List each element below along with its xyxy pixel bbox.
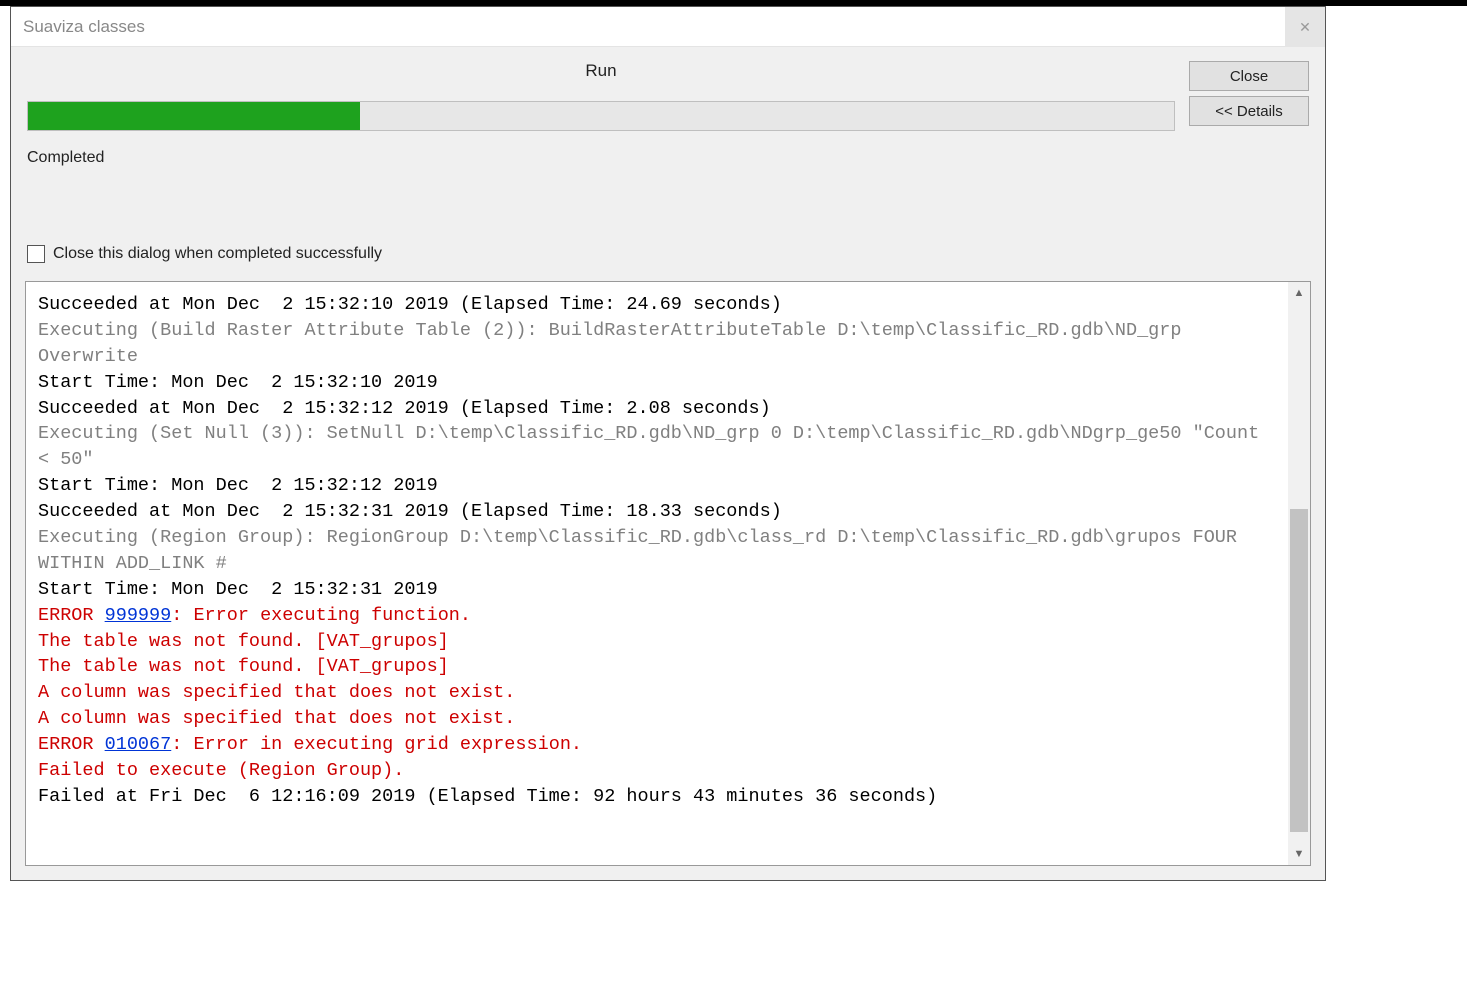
log-line: The table was not found. [VAT_grupos] — [38, 654, 1280, 680]
log-line: Succeeded at Mon Dec 2 15:32:10 2019 (El… — [38, 292, 1280, 318]
log-line: Failed to execute (Region Group). — [38, 758, 1280, 784]
log-line: A column was specified that does not exi… — [38, 706, 1280, 732]
run-label: Run — [27, 61, 1175, 81]
progress-fill — [28, 102, 360, 130]
error-code-link[interactable]: 010067 — [105, 734, 172, 755]
window-close-icon[interactable]: ✕ — [1285, 7, 1325, 47]
log-line: ERROR 010067: Error in executing grid ex… — [38, 732, 1280, 758]
close-button[interactable]: Close — [1189, 61, 1309, 91]
log-scrollbar[interactable]: ▲ ▼ — [1288, 282, 1310, 865]
details-toggle-button[interactable]: << Details — [1189, 96, 1309, 126]
status-text: Completed — [27, 149, 1309, 167]
log-line: Succeeded at Mon Dec 2 15:32:31 2019 (El… — [38, 499, 1280, 525]
log-line: Executing (Region Group): RegionGroup D:… — [38, 525, 1280, 577]
scroll-thumb[interactable] — [1290, 509, 1308, 832]
log-panel: Succeeded at Mon Dec 2 15:32:10 2019 (El… — [25, 281, 1311, 866]
log-line: Executing (Build Raster Attribute Table … — [38, 318, 1280, 370]
log-line: The table was not found. [VAT_grupos] — [38, 629, 1280, 655]
log-line: Succeeded at Mon Dec 2 15:32:12 2019 (El… — [38, 396, 1280, 422]
log-line: Start Time: Mon Dec 2 15:32:10 2019 — [38, 370, 1280, 396]
log-text[interactable]: Succeeded at Mon Dec 2 15:32:10 2019 (El… — [26, 282, 1288, 865]
scroll-track[interactable] — [1288, 304, 1310, 843]
log-line: Start Time: Mon Dec 2 15:32:12 2019 — [38, 473, 1280, 499]
auto-close-checkbox[interactable] — [27, 245, 45, 263]
log-line: ERROR 999999: Error executing function. — [38, 603, 1280, 629]
title-bar: Suaviza classes ✕ — [11, 7, 1325, 47]
auto-close-label: Close this dialog when completed success… — [53, 245, 382, 263]
scroll-down-icon[interactable]: ▼ — [1288, 843, 1310, 865]
log-line: A column was specified that does not exi… — [38, 680, 1280, 706]
log-line: Executing (Set Null (3)): SetNull D:\tem… — [38, 421, 1280, 473]
progress-bar — [27, 101, 1175, 131]
error-code-link[interactable]: 999999 — [105, 605, 172, 626]
window-title: Suaviza classes — [23, 17, 145, 37]
header-area: Run Close << Details Completed Close thi… — [11, 47, 1325, 273]
scroll-up-icon[interactable]: ▲ — [1288, 282, 1310, 304]
log-line: Failed at Fri Dec 6 12:16:09 2019 (Elaps… — [38, 784, 1280, 810]
log-line: Start Time: Mon Dec 2 15:32:31 2019 — [38, 577, 1280, 603]
geoprocessing-dialog: Suaviza classes ✕ Run Close << Details C… — [10, 6, 1326, 881]
